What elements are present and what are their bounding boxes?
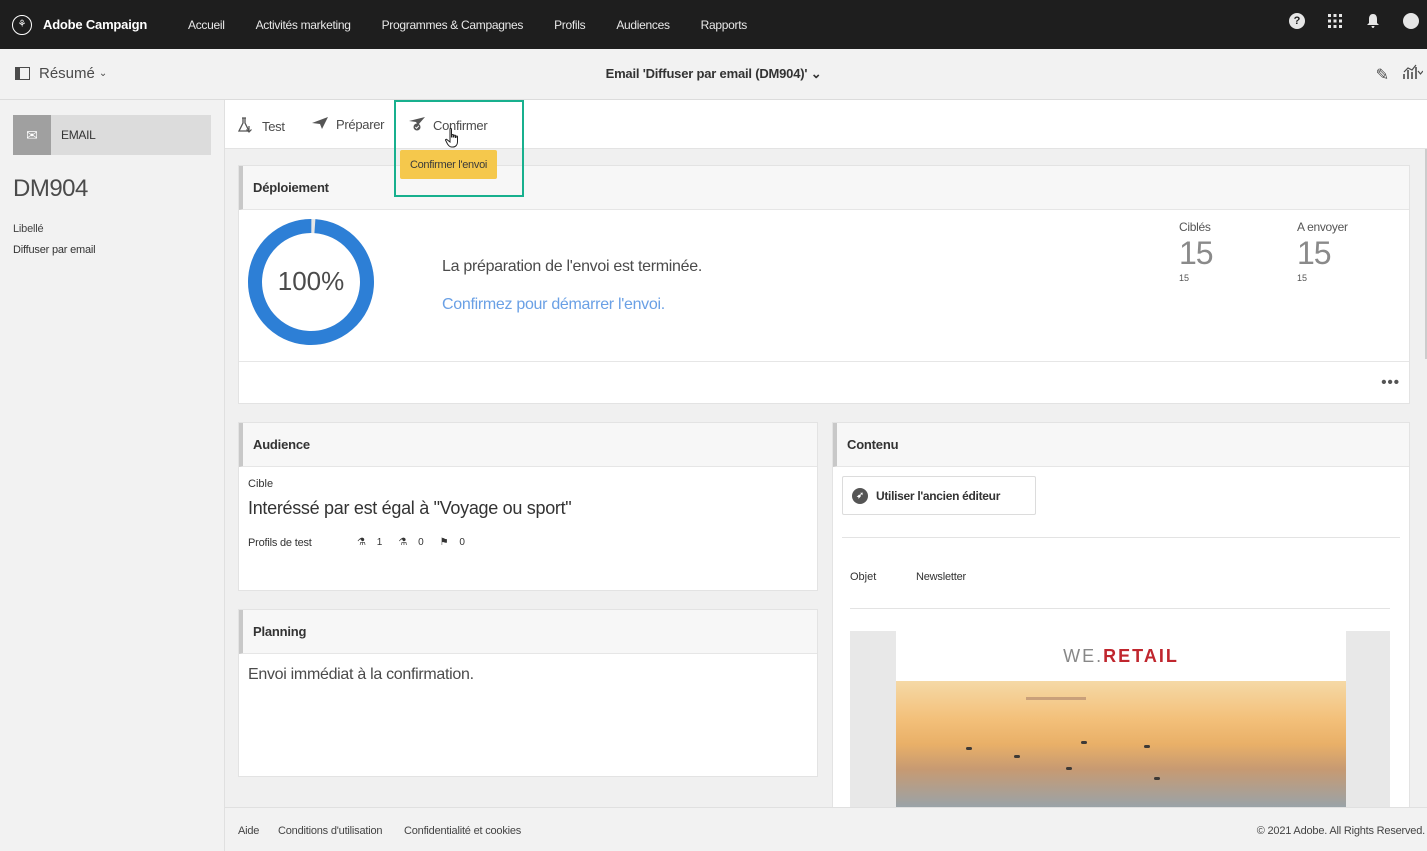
main-nav: Accueil Activités marketing Programmes &… (188, 18, 778, 32)
count-value: 0 (459, 537, 465, 548)
surfer-shape (1081, 741, 1087, 744)
planning-card: Planning Envoi immédiat à la confirmatio… (238, 609, 818, 777)
audience-card-title: Audience (239, 423, 817, 467)
delivery-type-label: EMAIL (61, 128, 96, 142)
test-profiles-label: Profils de test (248, 537, 312, 549)
flag-icon: ⚑ (439, 537, 449, 548)
chevron-down-icon: ⌄ (810, 66, 822, 81)
nav-accueil[interactable]: Accueil (188, 18, 225, 32)
target-label: Cible (248, 478, 274, 490)
deployment-card: Déploiement 100% La préparation de l'env… (238, 165, 1410, 404)
surfer-shape (1014, 755, 1020, 758)
preparation-status-message: La préparation de l'envoi est terminée. (442, 258, 702, 275)
subject-value: Newsletter (916, 571, 966, 583)
test-button[interactable]: Test (237, 117, 285, 136)
page-title-text: Email 'Diffuser par email (DM904)' (605, 66, 808, 81)
target-rule: Interéssé par est égal à "Voyage ou spor… (248, 498, 572, 518)
audience-card: Audience Cible Interéssé par est égal à … (238, 422, 818, 591)
test-label: Test (262, 119, 285, 134)
privacy-link[interactable]: Confidentialité et cookies (404, 825, 521, 837)
email-preview[interactable]: WE.RETAIL (850, 631, 1390, 807)
use-old-editor-label: Utiliser l'ancien éditeur (876, 488, 1001, 503)
we-retail-logo-prefix: WE. (1063, 646, 1104, 666)
prepare-button[interactable]: Préparer (312, 117, 384, 132)
use-old-editor-button[interactable]: ➶ Utiliser l'ancien éditeur (842, 476, 1036, 515)
targeted-stat: Ciblés 15 15 (1179, 220, 1214, 283)
nav-profils[interactable]: Profils (554, 18, 586, 32)
surfer-shape (1066, 767, 1072, 770)
test-profile-group-count: ⚗ 0 (398, 537, 431, 548)
terms-link[interactable]: Conditions d'utilisation (278, 825, 383, 837)
test-profile-flag-count: ⚑ 0 (440, 537, 473, 548)
more-options-icon[interactable]: ••• (1381, 374, 1400, 391)
summary-panel: ✉ EMAIL DM904 Libellé Diffuser par email (0, 100, 225, 851)
divider (842, 537, 1400, 538)
progress-percent: 100% (277, 266, 345, 296)
pier-shape (1026, 697, 1086, 700)
test-profile-flask-count: ⚗ 1 (357, 537, 390, 548)
adobe-campaign-logo-icon: ⚘ (12, 14, 32, 35)
delivery-code: DM904 (13, 175, 88, 202)
user-avatar-icon[interactable] (1403, 13, 1419, 29)
email-preview-body: WE.RETAIL (896, 631, 1346, 807)
top-icons: ? (1267, 13, 1419, 29)
help-link[interactable]: Aide (238, 825, 259, 837)
compass-icon: ➶ (852, 487, 868, 504)
targeted-value: 15 (1179, 235, 1214, 271)
surfer-shape (1144, 745, 1150, 748)
confirm-tooltip: Confirmer l'envoi (400, 150, 497, 179)
brand-name: Adobe Campaign (43, 17, 148, 32)
to-send-label: A envoyer (1297, 220, 1348, 234)
surfer-shape (1154, 777, 1160, 780)
planning-text: Envoi immédiat à la confirmation. (248, 666, 474, 683)
prepare-label: Préparer (336, 117, 385, 132)
count-value: 0 (418, 537, 424, 548)
page-title[interactable]: Email 'Diffuser par email (DM904)' ⌄ (0, 66, 1427, 82)
we-retail-logo-name: RETAIL (1103, 646, 1179, 666)
label-field-value: Diffuser par email (13, 244, 96, 256)
apps-grid-icon[interactable] (1327, 13, 1343, 29)
targeted-subvalue: 15 (1179, 273, 1190, 283)
deployment-card-footer: ••• (239, 361, 1409, 404)
envelope-icon: ✉ (13, 115, 51, 155)
help-icon[interactable]: ? (1289, 13, 1305, 29)
hand-pointer-cursor-icon (445, 127, 461, 153)
test-profiles-counts: ⚗ 1 ⚗ 0 ⚑ 0 (357, 537, 481, 548)
label-field-name: Libellé (13, 223, 44, 235)
nav-programmes-campagnes[interactable]: Programmes & Campagnes (382, 18, 524, 32)
copyright: © 2021 Adobe. All Rights Reserved. (1256, 825, 1425, 837)
footer: Aide Conditions d'utilisation Confidenti… (225, 807, 1427, 851)
paper-plane-icon (312, 117, 328, 132)
targeted-label: Ciblés (1179, 220, 1211, 234)
flask-group-icon: ⚗ (398, 537, 408, 548)
top-navigation-bar: ⚘ Adobe Campaign Accueil Activités marke… (0, 0, 1427, 49)
flask-icon (237, 117, 254, 136)
context-bar: Résumé ⌄ Email 'Diffuser par email (DM90… (0, 49, 1427, 100)
nav-rapports[interactable]: Rapports (701, 18, 748, 32)
surfer-shape (966, 747, 972, 750)
bell-icon[interactable] (1365, 13, 1381, 29)
count-value: 1 (376, 537, 383, 548)
nav-audiences[interactable]: Audiences (616, 18, 670, 32)
confirm-start-link[interactable]: Confirmez pour démarrer l'envoi. (442, 296, 665, 314)
context-actions: ✎ (1362, 64, 1424, 85)
subject-label: Objet (850, 571, 877, 583)
nav-activites-marketing[interactable]: Activités marketing (256, 18, 351, 32)
divider (850, 608, 1390, 609)
edit-pencil-icon[interactable]: ✎ (1376, 65, 1389, 85)
content-card-title: Contenu (833, 423, 1409, 467)
to-send-stat: A envoyer 15 15 (1297, 220, 1348, 283)
we-retail-logo: WE.RETAIL (896, 646, 1346, 667)
delivery-type-badge: ✉ EMAIL (13, 115, 211, 155)
brand[interactable]: ⚘ Adobe Campaign (12, 14, 188, 35)
to-send-value: 15 (1297, 235, 1332, 271)
reports-chart-icon[interactable] (1403, 64, 1424, 85)
content-card: Contenu ➶ Utiliser l'ancien éditeur Obje… (832, 422, 1410, 808)
planning-card-title: Planning (239, 610, 817, 654)
flask-icon: ⚗ (357, 537, 366, 548)
beach-surfers-image (896, 681, 1346, 807)
to-send-subvalue: 15 (1297, 273, 1308, 283)
